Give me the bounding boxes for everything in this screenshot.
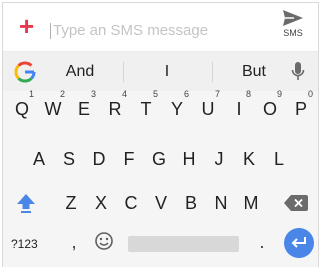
key-label: U (201, 99, 215, 119)
suggestion-divider (212, 62, 213, 82)
suggestion-item[interactable]: But (221, 52, 287, 92)
key-c[interactable]: C (117, 185, 145, 221)
key-k[interactable]: K (235, 141, 263, 177)
key-a[interactable]: A (25, 141, 53, 177)
shift-icon[interactable] (15, 192, 37, 214)
key-hint: 9 (276, 89, 282, 99)
key-hint: 5 (152, 89, 158, 99)
key-s[interactable]: S (55, 141, 83, 177)
key-v[interactable]: V (147, 185, 175, 221)
key-t[interactable]: T5 (132, 89, 160, 127)
keyboard: Q1 W2 E3 R4 T5 Y6 U7 I8 O9 P0 A S D F G … (3, 89, 318, 267)
key-label: T (140, 99, 152, 119)
key-hint: 1 (28, 89, 34, 99)
sms-message-input[interactable] (53, 15, 263, 45)
send-sms-button[interactable]: SMS (278, 9, 308, 47)
key-d[interactable]: D (85, 141, 113, 177)
period-key[interactable]: . (255, 227, 269, 257)
comma-key[interactable]: , (67, 227, 81, 257)
attach-plus-button[interactable]: + (19, 11, 34, 41)
key-g[interactable]: G (145, 141, 173, 177)
key-o[interactable]: O9 (256, 89, 284, 127)
sms-compose-panel: + SMS And I But (2, 2, 319, 267)
emoji-icon[interactable] (94, 231, 114, 251)
key-u[interactable]: U7 (194, 89, 222, 127)
key-label: Q (14, 99, 29, 119)
key-n[interactable]: N (207, 185, 235, 221)
compose-bar: + SMS (3, 3, 318, 51)
key-w[interactable]: W2 (39, 89, 67, 127)
mic-icon[interactable] (291, 61, 305, 83)
text-cursor (50, 23, 51, 39)
key-hint: 4 (121, 89, 127, 99)
key-hint: 2 (59, 89, 65, 99)
suggestion-item[interactable]: And (47, 52, 113, 92)
key-hint: 8 (245, 89, 251, 99)
key-h[interactable]: H (175, 141, 203, 177)
key-label: W (44, 99, 62, 119)
key-label: R (108, 99, 122, 119)
enter-arrow-icon (291, 237, 306, 248)
key-hint: 6 (183, 89, 189, 99)
key-label: I (236, 99, 242, 119)
key-y[interactable]: Y6 (163, 89, 191, 127)
space-bar[interactable] (128, 236, 239, 252)
suggestion-item[interactable]: I (131, 52, 203, 92)
key-m[interactable]: M (237, 185, 265, 221)
key-label: Y (170, 99, 183, 119)
google-g-icon[interactable] (14, 61, 36, 83)
suggestion-strip: And I But (3, 51, 318, 92)
key-label: E (77, 99, 90, 119)
key-hint: 7 (214, 89, 220, 99)
key-f[interactable]: F (115, 141, 143, 177)
send-icon (283, 10, 303, 26)
key-r[interactable]: R4 (101, 89, 129, 127)
key-label: O (262, 99, 277, 119)
key-l[interactable]: L (265, 141, 293, 177)
key-q[interactable]: Q1 (8, 89, 36, 127)
key-b[interactable]: B (177, 185, 205, 221)
key-z[interactable]: Z (57, 185, 85, 221)
key-label: P (294, 99, 307, 119)
key-hint: 3 (90, 89, 96, 99)
key-hint: 0 (307, 89, 313, 99)
key-j[interactable]: J (205, 141, 233, 177)
enter-button[interactable] (284, 228, 314, 258)
key-p[interactable]: P0 (287, 89, 315, 127)
key-e[interactable]: E3 (70, 89, 98, 127)
symbols-key[interactable]: ?123 (11, 229, 43, 259)
backspace-icon[interactable] (284, 195, 308, 211)
key-i[interactable]: I8 (225, 89, 253, 127)
suggestion-divider (123, 62, 124, 82)
send-label: SMS (283, 28, 303, 38)
key-x[interactable]: X (87, 185, 115, 221)
